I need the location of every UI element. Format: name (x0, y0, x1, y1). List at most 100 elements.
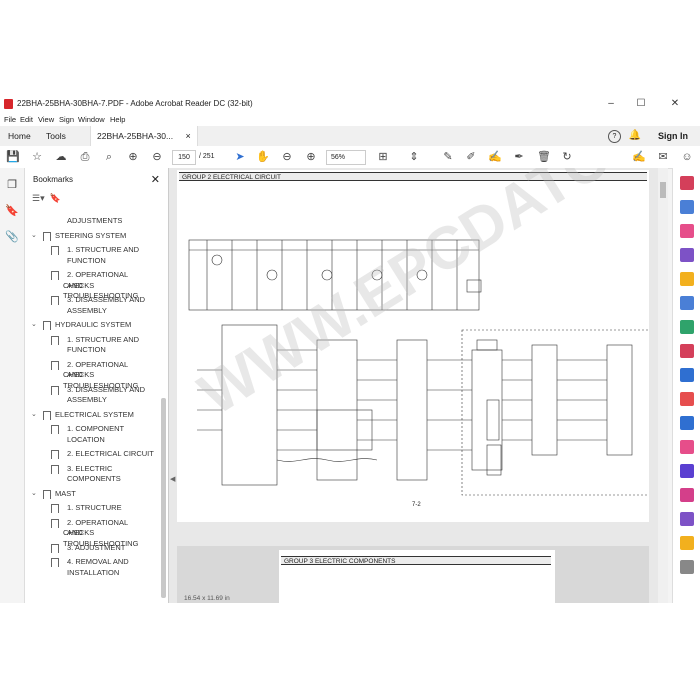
export-pdf-icon[interactable] (680, 200, 694, 214)
send-file-icon[interactable] (680, 536, 694, 550)
bookmark-item[interactable]: FUNCTION (63, 256, 106, 267)
sign-in-button[interactable]: Sign In (658, 126, 688, 146)
bookmark-item[interactable]: ⌄ MAST (31, 489, 76, 500)
fill-sign-tool-icon[interactable] (680, 368, 694, 382)
combine-files-icon[interactable] (680, 296, 694, 310)
chevron-down-icon[interactable]: ⌄ (31, 410, 37, 421)
help-icon[interactable]: ? (608, 130, 621, 143)
more-options-icon[interactable] (680, 560, 694, 574)
document-scroll-thumb[interactable] (660, 182, 666, 198)
edit-pdf-icon[interactable] (680, 248, 694, 262)
zoom-in-icon[interactable]: ⊕ (304, 150, 318, 164)
bookmark-label: 1. STRUCTURE AND (67, 245, 140, 254)
bookmark-item[interactable]: 3. DISASSEMBLY AND (51, 295, 146, 306)
next-page-icon[interactable]: ⊖ (150, 150, 164, 164)
bookmark-item[interactable]: LOCATION (63, 435, 105, 446)
comment-tool-icon[interactable] (680, 272, 694, 286)
page-number-input[interactable]: 150 (172, 150, 196, 165)
send-review-icon[interactable] (680, 488, 694, 502)
menu-view[interactable]: View (38, 115, 54, 124)
protect-icon[interactable] (680, 392, 694, 406)
document-scrollbar[interactable] (658, 168, 668, 603)
zoom-out-icon[interactable]: ⊖ (280, 150, 294, 164)
prepare-form-icon[interactable] (680, 464, 694, 478)
menu-window[interactable]: Window (78, 115, 105, 124)
bookmark-item[interactable]: 1. STRUCTURE AND (51, 335, 139, 346)
account-icon[interactable]: ☺ (680, 150, 694, 164)
bookmark-label: 3. DISASSEMBLY AND (67, 384, 146, 394)
menu-help[interactable]: Help (110, 115, 125, 124)
rotate-icon[interactable]: ↻ (560, 150, 574, 164)
minimize-button[interactable]: – (600, 97, 622, 111)
bookmark-item[interactable]: 2. ELECTRICAL CIRCUIT (51, 449, 154, 460)
more-tools-icon[interactable] (680, 512, 694, 526)
document-viewer[interactable]: GROUP 2 ELECTRICAL CIRCUIT WWW.EPCDATO.C… (169, 168, 668, 603)
bookmarks-panel-icon[interactable]: 🔖 (5, 204, 19, 218)
bookmark-item[interactable]: 1. COMPONENT (51, 424, 124, 435)
menu-edit[interactable]: Edit (20, 115, 33, 124)
sign-pen-icon[interactable]: ✍ (632, 150, 646, 164)
tab-home[interactable]: Home (8, 126, 31, 146)
bookmarks-scrollbar[interactable] (161, 398, 166, 598)
page-fit-icon[interactable]: ⊞ (376, 150, 390, 164)
search-tool-icon[interactable] (680, 176, 694, 190)
acrobat-window: 22BHA-25BHA-30BHA-7.PDF - Adobe Acrobat … (0, 95, 700, 603)
zoom-level-select[interactable]: 56% (326, 150, 366, 165)
chevron-down-icon[interactable]: ⌄ (31, 231, 37, 242)
bookmark-flag-icon (51, 271, 59, 280)
chevron-down-icon[interactable]: ⌄ (31, 320, 37, 331)
print-icon[interactable]: ⎙ (78, 150, 92, 164)
menu-sign[interactable]: Sign (59, 115, 74, 124)
bookmarks-close-icon[interactable]: ✕ (151, 173, 160, 186)
comment-icon[interactable]: ✎ (441, 150, 455, 164)
bookmark-item[interactable]: 3. DISASSEMBLY AND (51, 384, 146, 396)
bookmark-item[interactable]: ⌄ STEERING SYSTEM (31, 231, 126, 242)
bookmark-flag-icon (43, 231, 51, 241)
print-production-icon[interactable] (680, 416, 694, 430)
maximize-button[interactable]: ☐ (630, 97, 652, 111)
chevron-down-icon[interactable]: ⌄ (31, 489, 37, 500)
bookmark-item[interactable]: COMPONENTS (63, 474, 121, 485)
hand-tool-icon[interactable]: ✋ (256, 150, 270, 164)
bookmark-item[interactable]: 1. STRUCTURE (51, 503, 122, 514)
bookmark-item[interactable]: ASSEMBLY (63, 395, 107, 406)
attachments-icon[interactable]: 📎 (5, 230, 19, 244)
bookmark-item[interactable]: 3. ADJUSTMENT (51, 543, 125, 554)
organize-pages-icon[interactable] (680, 320, 694, 334)
page-thumbnails-icon[interactable]: ❐ (5, 178, 19, 192)
bookmark-item[interactable]: 1. STRUCTURE AND (51, 245, 140, 256)
bookmark-star-icon[interactable]: ☆ (30, 150, 44, 164)
bookmark-options-icon[interactable]: ☰▾ 🔖 (32, 193, 61, 204)
select-cursor-icon[interactable]: ➤ (233, 150, 247, 164)
bookmark-item[interactable]: ⌄ HYDRAULIC SYSTEM (31, 320, 131, 331)
email-icon[interactable]: ✉ (656, 150, 670, 164)
bookmark-item[interactable]: ADJUSTMENTS (63, 216, 122, 227)
highlight-pen-icon[interactable]: ✐ (464, 150, 478, 164)
save-icon[interactable]: 💾 (6, 150, 20, 164)
create-pdf-icon[interactable] (680, 224, 694, 238)
bookmark-item[interactable]: 4. REMOVAL AND (51, 557, 129, 568)
bookmark-item[interactable]: FUNCTION (63, 345, 106, 356)
previous-page-icon[interactable]: ⊕ (126, 150, 140, 164)
bookmark-item[interactable]: ⌄ ELECTRICAL SYSTEM (31, 410, 134, 421)
bookmark-item[interactable]: ASSEMBLY (63, 306, 107, 317)
notifications-bell-icon[interactable]: 🔔 (628, 129, 642, 143)
tab-tools[interactable]: Tools (46, 126, 66, 146)
tab-document[interactable]: 22BHA-25BHA-30... × (90, 126, 198, 146)
find-icon[interactable]: ⌕ (102, 150, 116, 164)
scroll-mode-icon[interactable]: ⇕ (407, 150, 421, 164)
upload-cloud-icon[interactable]: ☁ (54, 150, 68, 164)
scan-ocr-icon[interactable] (680, 344, 694, 358)
collapse-panel-arrow-icon[interactable]: ◀ (170, 475, 175, 483)
fill-sign-icon[interactable]: ✒ (512, 150, 526, 164)
draw-icon[interactable]: ✍ (488, 150, 502, 164)
request-signature-icon[interactable] (680, 440, 694, 454)
bookmark-label: ADJUSTMENTS (67, 216, 123, 225)
tab-close-icon[interactable]: × (185, 131, 190, 141)
delete-icon[interactable]: 🗑 (537, 150, 551, 164)
menu-file[interactable]: File (4, 115, 16, 124)
bookmark-label: 3. DISASSEMBLY AND (67, 295, 146, 304)
close-window-button[interactable]: ✕ (664, 97, 686, 111)
bookmark-item[interactable]: INSTALLATION (63, 568, 119, 579)
bookmark-item[interactable]: 3. ELECTRIC (51, 464, 112, 475)
